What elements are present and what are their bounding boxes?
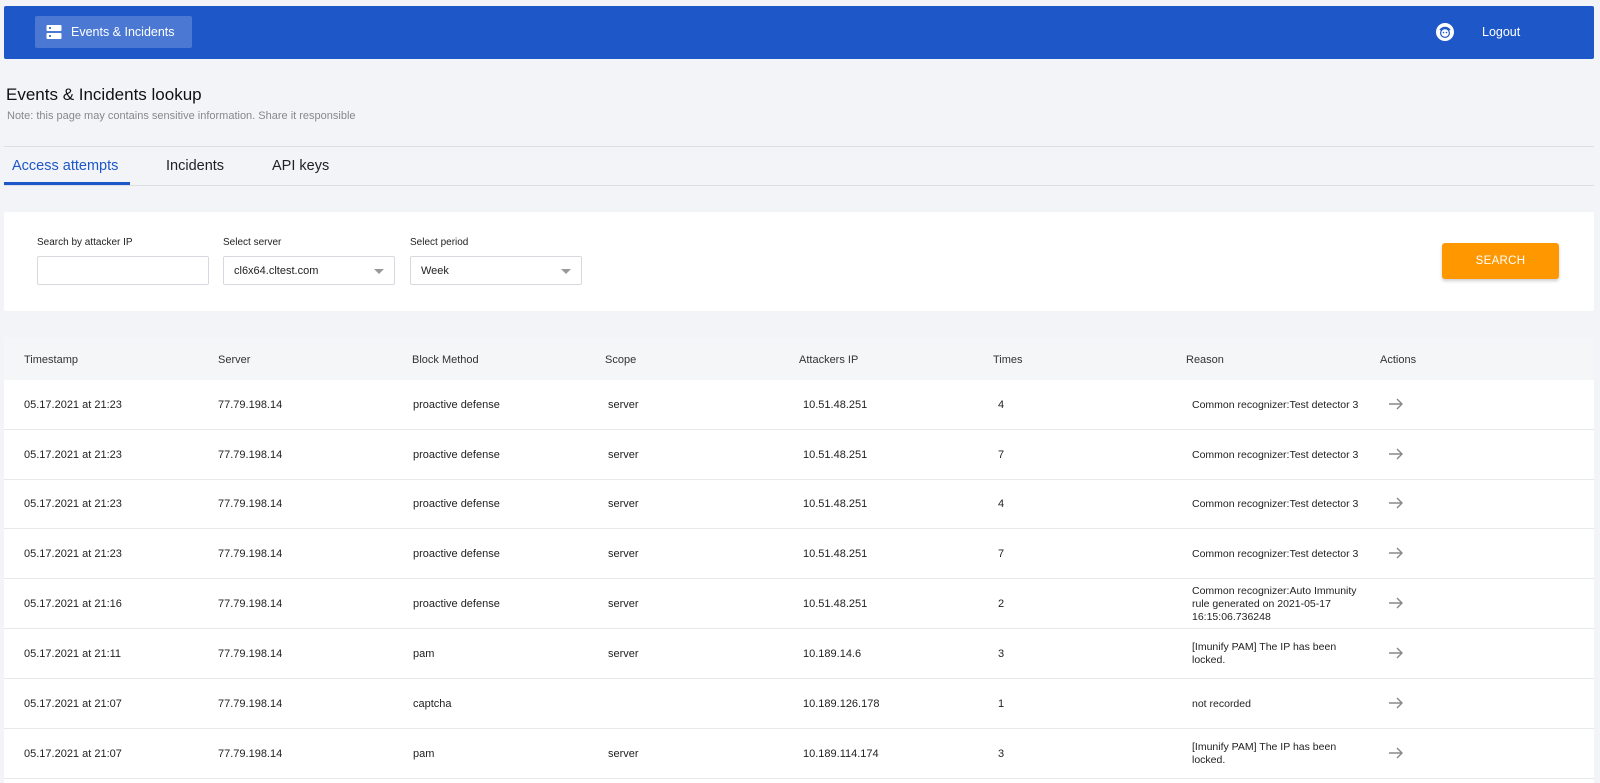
cell-times: 4 bbox=[998, 498, 1005, 510]
cell-timestamp: 05.17.2021 at 21:11 bbox=[24, 648, 122, 660]
ip-filter-label: Search by attacker IP bbox=[37, 237, 133, 248]
cell-block-method: pam bbox=[413, 748, 435, 760]
cell-attackers-ip: 10.51.48.251 bbox=[803, 598, 868, 610]
cell-server: 77.79.198.14 bbox=[218, 548, 283, 560]
cell-reason: Common recognizer:Test detector 3 bbox=[1192, 497, 1359, 510]
tabs-divider bbox=[4, 146, 1594, 147]
cell-block-method: proactive defense bbox=[413, 399, 500, 411]
top-navbar: Events & Incidents Logout bbox=[4, 6, 1594, 59]
cell-scope: server bbox=[608, 648, 639, 660]
cell-block-method: proactive defense bbox=[413, 598, 500, 610]
search-button[interactable]: SEARCH bbox=[1442, 243, 1559, 279]
cell-scope: server bbox=[608, 548, 639, 560]
cell-reason: Common recognizer:Test detector 3 bbox=[1192, 448, 1359, 461]
server-select-value: cl6x64.cltest.com bbox=[234, 264, 319, 277]
period-filter-label: Select period bbox=[410, 237, 469, 248]
cell-attackers-ip: 10.189.126.178 bbox=[803, 698, 880, 710]
server-select[interactable]: cl6x64.cltest.com bbox=[223, 256, 395, 285]
brand-label: Events & Incidents bbox=[71, 25, 175, 39]
cell-times: 7 bbox=[998, 548, 1005, 560]
arrow-right-icon[interactable] bbox=[1387, 644, 1405, 662]
cell-scope: server bbox=[608, 748, 639, 760]
arrow-right-icon[interactable] bbox=[1387, 594, 1405, 612]
cell-server: 77.79.198.14 bbox=[218, 648, 283, 660]
column-header-scope[interactable]: Scope bbox=[605, 354, 636, 366]
cell-reason: Common recognizer:Auto Immunity rule gen… bbox=[1192, 584, 1357, 623]
cell-reason: Common recognizer:Test detector 3 bbox=[1192, 398, 1359, 411]
arrow-right-icon[interactable] bbox=[1387, 395, 1405, 413]
cell-server: 77.79.198.14 bbox=[218, 449, 283, 461]
arrow-right-icon[interactable] bbox=[1387, 544, 1405, 562]
tab-api-keys[interactable]: API keys bbox=[272, 158, 329, 174]
arrow-right-icon[interactable] bbox=[1387, 494, 1405, 512]
cell-reason: [Imunify PAM] The IP has been locked. bbox=[1192, 641, 1337, 666]
cell-scope: server bbox=[608, 399, 639, 411]
cell-scope: server bbox=[608, 598, 639, 610]
cell-attackers-ip: 10.51.48.251 bbox=[803, 548, 868, 560]
chevron-down-icon bbox=[561, 269, 571, 274]
period-select[interactable]: Week bbox=[410, 256, 582, 285]
cell-attackers-ip: 10.51.48.251 bbox=[803, 498, 868, 510]
column-header-timestamp[interactable]: Timestamp bbox=[24, 354, 78, 366]
cell-reason: Common recognizer:Test detector 3 bbox=[1192, 547, 1359, 560]
column-header-actions: Actions bbox=[1380, 354, 1417, 366]
server-filter-label: Select server bbox=[223, 237, 282, 248]
column-header-times[interactable]: Times bbox=[993, 354, 1023, 366]
tab-incidents[interactable]: Incidents bbox=[166, 158, 224, 174]
cell-timestamp: 05.17.2021 at 21:16 bbox=[24, 598, 122, 610]
period-select-value: Week bbox=[421, 264, 449, 277]
cell-timestamp: 05.17.2021 at 21:23 bbox=[24, 449, 122, 461]
chevron-down-icon bbox=[374, 269, 384, 274]
cell-reason: not recorded bbox=[1192, 697, 1251, 710]
cell-scope: server bbox=[608, 449, 639, 461]
cell-attackers-ip: 10.51.48.251 bbox=[803, 399, 868, 411]
tabs-divider bbox=[4, 185, 1594, 186]
cell-server: 77.79.198.14 bbox=[218, 399, 283, 411]
attacker-ip-input[interactable] bbox=[37, 256, 209, 285]
user-avatar-icon[interactable] bbox=[1435, 22, 1455, 42]
arrow-right-icon[interactable] bbox=[1387, 694, 1405, 712]
cell-times: 3 bbox=[998, 648, 1005, 660]
cell-block-method: proactive defense bbox=[413, 449, 500, 461]
cell-attackers-ip: 10.189.14.6 bbox=[803, 648, 862, 660]
cell-timestamp: 05.17.2021 at 21:23 bbox=[24, 498, 122, 510]
column-header-reason[interactable]: Reason bbox=[1186, 354, 1224, 366]
cell-server: 77.79.198.14 bbox=[218, 748, 283, 760]
cell-times: 1 bbox=[998, 698, 1005, 710]
cell-attackers-ip: 10.189.114.174 bbox=[803, 748, 879, 760]
cell-scope: server bbox=[608, 498, 639, 510]
cell-server: 77.79.198.14 bbox=[218, 498, 283, 510]
cell-server: 77.79.198.14 bbox=[218, 598, 283, 610]
cell-times: 3 bbox=[998, 748, 1005, 760]
logout-link[interactable]: Logout bbox=[1482, 25, 1520, 39]
arrow-right-icon[interactable] bbox=[1387, 744, 1405, 762]
cell-block-method: captcha bbox=[413, 698, 452, 710]
server-icon bbox=[46, 24, 62, 40]
cell-times: 2 bbox=[998, 598, 1005, 610]
cell-reason: [Imunify PAM] The IP has been locked. bbox=[1192, 741, 1337, 766]
brand-button[interactable]: Events & Incidents bbox=[35, 16, 192, 48]
tab-access-attempts[interactable]: Access attempts bbox=[12, 158, 118, 174]
cell-server: 77.79.198.14 bbox=[218, 698, 283, 710]
column-header-block-method[interactable]: Block Method bbox=[412, 354, 479, 366]
cell-times: 4 bbox=[998, 399, 1005, 411]
cell-attackers-ip: 10.51.48.251 bbox=[803, 449, 868, 461]
column-header-attackers-ip[interactable]: Attackers IP bbox=[799, 354, 858, 366]
arrow-right-icon[interactable] bbox=[1387, 445, 1405, 463]
cell-block-method: pam bbox=[413, 648, 435, 660]
cell-timestamp: 05.17.2021 at 21:07 bbox=[24, 748, 122, 760]
page-title: Events & Incidents lookup bbox=[6, 85, 202, 104]
cell-timestamp: 05.17.2021 at 21:23 bbox=[24, 548, 122, 560]
cell-times: 7 bbox=[998, 449, 1005, 461]
cell-timestamp: 05.17.2021 at 21:07 bbox=[24, 698, 122, 710]
cell-timestamp: 05.17.2021 at 21:23 bbox=[24, 399, 122, 411]
cell-block-method: proactive defense bbox=[413, 548, 500, 560]
column-header-server[interactable]: Server bbox=[218, 354, 250, 366]
cell-block-method: proactive defense bbox=[413, 498, 500, 510]
page-note: Note: this page may contains sensitive i… bbox=[7, 110, 356, 122]
